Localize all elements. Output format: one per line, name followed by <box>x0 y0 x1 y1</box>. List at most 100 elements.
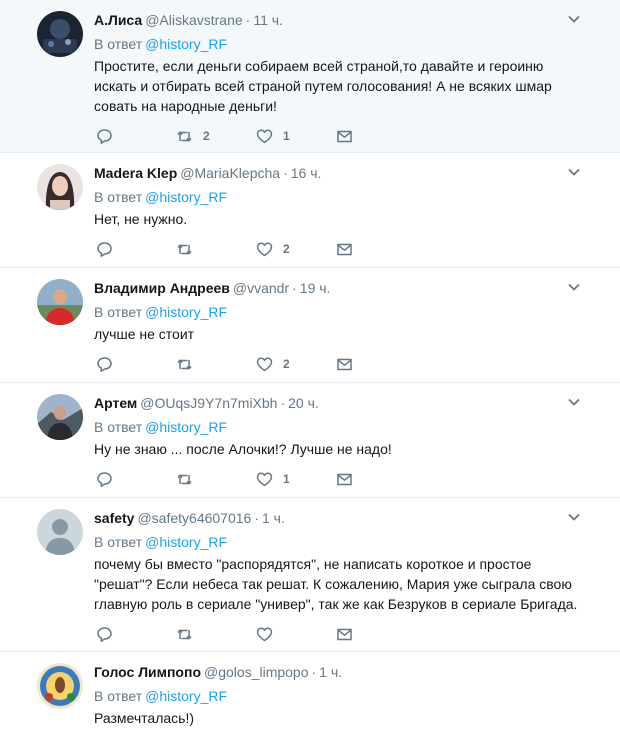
dm-button[interactable] <box>336 626 416 643</box>
display-name[interactable]: Владимир Андреев <box>94 280 230 296</box>
tweet[interactable]: safety @safety64607016 · 1 ч. В ответ @histo… <box>0 498 620 652</box>
retweet-button[interactable] <box>176 626 256 643</box>
timestamp[interactable]: 19 ч. <box>300 280 331 296</box>
envelope-icon <box>337 130 352 142</box>
retweet-icon <box>177 358 192 370</box>
avatar[interactable] <box>37 663 83 709</box>
reply-button[interactable] <box>96 471 176 488</box>
reply-prefix: В ответ <box>94 419 143 435</box>
display-name[interactable]: safety <box>94 510 134 526</box>
timestamp[interactable]: 20 ч. <box>288 395 319 411</box>
reply-button[interactable] <box>96 356 176 373</box>
reply-icon <box>97 241 112 257</box>
heart-icon <box>256 472 273 486</box>
like-count: 1 <box>283 472 290 486</box>
tweet-header: safety @safety64607016 · 1 ч. <box>94 508 604 528</box>
user-handle[interactable]: @vvandr <box>233 280 289 296</box>
tweet-text: Простите, если деньги собираем всей стра… <box>94 58 552 114</box>
avatar[interactable] <box>37 394 83 440</box>
like-button[interactable] <box>256 626 336 643</box>
dm-button[interactable] <box>336 241 416 258</box>
avatar[interactable] <box>37 11 83 57</box>
reply-prefix: В ответ <box>94 36 143 52</box>
tweet-actions: 1 <box>94 459 604 503</box>
like-count: 1 <box>283 129 290 143</box>
heart-icon <box>256 627 273 641</box>
user-handle[interactable]: @golos_limpopo <box>204 664 309 680</box>
avatar[interactable] <box>37 164 83 210</box>
tweet-header: Владимир Андреев @vvandr · 19 ч. <box>94 278 604 298</box>
tweet-actions: 2 <box>94 344 604 388</box>
tweet-text: Размечталась!) <box>94 710 195 726</box>
user-handle[interactable]: @Aliskavstrane <box>145 12 242 28</box>
tweet[interactable]: Голос Лимпопо @golos_limpopo · 1 ч. В ответ… <box>0 652 620 731</box>
tweet-header: А.Лиса @Aliskavstrane · 11 ч. <box>94 10 604 30</box>
chevron-down-icon[interactable] <box>568 166 580 178</box>
reply-icon <box>97 356 112 372</box>
display-name[interactable]: Артем <box>94 395 137 411</box>
reply-context: В ответ @history_RF <box>94 187 604 207</box>
heart-icon <box>256 129 273 143</box>
reply-context: В ответ @history_RF <box>94 532 604 552</box>
chevron-down-icon[interactable] <box>568 281 580 293</box>
reply-mention[interactable]: @history_RF <box>145 688 227 704</box>
reply-mention[interactable]: @history_RF <box>145 189 227 205</box>
dm-button[interactable] <box>336 128 416 145</box>
envelope-icon <box>337 628 352 640</box>
retweet-button[interactable]: 2 <box>176 128 256 145</box>
reply-mention[interactable]: @history_RF <box>145 304 227 320</box>
chevron-down-icon[interactable] <box>568 13 580 25</box>
timestamp[interactable]: 16 ч. <box>291 165 322 181</box>
display-name[interactable]: А.Лиса <box>94 12 142 28</box>
separator: · <box>280 395 286 411</box>
reply-mention[interactable]: @history_RF <box>145 419 227 435</box>
tweet-text: Ну не знаю ... после Алочки!? Лучше не н… <box>94 441 392 457</box>
separator: · <box>292 280 297 296</box>
display-name[interactable]: Голос Лимпопо <box>94 664 201 680</box>
reply-mention[interactable]: @history_RF <box>145 36 227 52</box>
avatar[interactable] <box>37 279 83 325</box>
retweet-button[interactable] <box>176 241 256 258</box>
retweet-button[interactable] <box>176 356 256 373</box>
tweet[interactable]: А.Лиса @Aliskavstrane · 11 ч. В ответ @histo… <box>0 0 620 153</box>
tweet-text: лучше не стоит <box>94 326 195 342</box>
reply-mention[interactable]: @history_RF <box>145 534 227 550</box>
like-count: 2 <box>283 242 290 256</box>
retweet-icon <box>177 628 192 640</box>
reply-prefix: В ответ <box>94 189 143 205</box>
chevron-down-icon[interactable] <box>568 511 580 523</box>
user-handle[interactable]: @safety64607016 <box>137 510 251 526</box>
retweet-icon <box>177 243 192 255</box>
user-handle[interactable]: @OUqsJ9Y7n7miXbh <box>140 395 277 411</box>
display-name[interactable]: Madera Klep <box>94 165 177 181</box>
tweet[interactable]: Владимир Андреев @vvandr · 19 ч. В ответ @hi… <box>0 268 620 383</box>
tweet[interactable]: Артем @OUqsJ9Y7n7miXbh · 20 ч. В ответ @hist… <box>0 383 620 498</box>
avatar[interactable] <box>37 509 83 555</box>
reply-icon <box>97 471 112 487</box>
reply-context: В ответ @history_RF <box>94 417 604 437</box>
like-button[interactable]: 1 <box>256 471 336 488</box>
reply-feed: А.Лиса @Aliskavstrane · 11 ч. В ответ @histo… <box>0 0 620 731</box>
user-handle[interactable]: @MariaKlepcha <box>180 165 280 181</box>
heart-icon <box>256 242 273 256</box>
reply-button[interactable] <box>96 626 176 643</box>
dm-button[interactable] <box>336 471 416 488</box>
separator: · <box>283 165 288 181</box>
chevron-down-icon[interactable] <box>568 396 580 408</box>
timestamp[interactable]: 11 ч. <box>253 12 283 28</box>
timestamp[interactable]: 1 ч. <box>262 510 285 526</box>
like-count: 2 <box>283 357 290 371</box>
reply-button[interactable] <box>96 241 176 258</box>
envelope-icon <box>337 358 352 370</box>
timestamp[interactable]: 1 ч. <box>319 664 342 680</box>
like-button[interactable]: 2 <box>256 356 336 373</box>
retweet-icon <box>177 473 192 485</box>
like-button[interactable]: 1 <box>256 128 336 145</box>
reply-context: В ответ @history_RF <box>94 302 604 322</box>
dm-button[interactable] <box>336 356 416 373</box>
reply-prefix: В ответ <box>94 304 143 320</box>
tweet[interactable]: Madera Klep @MariaKlepcha · 16 ч. В ответ @h… <box>0 153 620 268</box>
like-button[interactable]: 2 <box>256 241 336 258</box>
retweet-button[interactable] <box>176 471 256 488</box>
reply-button[interactable] <box>96 128 176 145</box>
